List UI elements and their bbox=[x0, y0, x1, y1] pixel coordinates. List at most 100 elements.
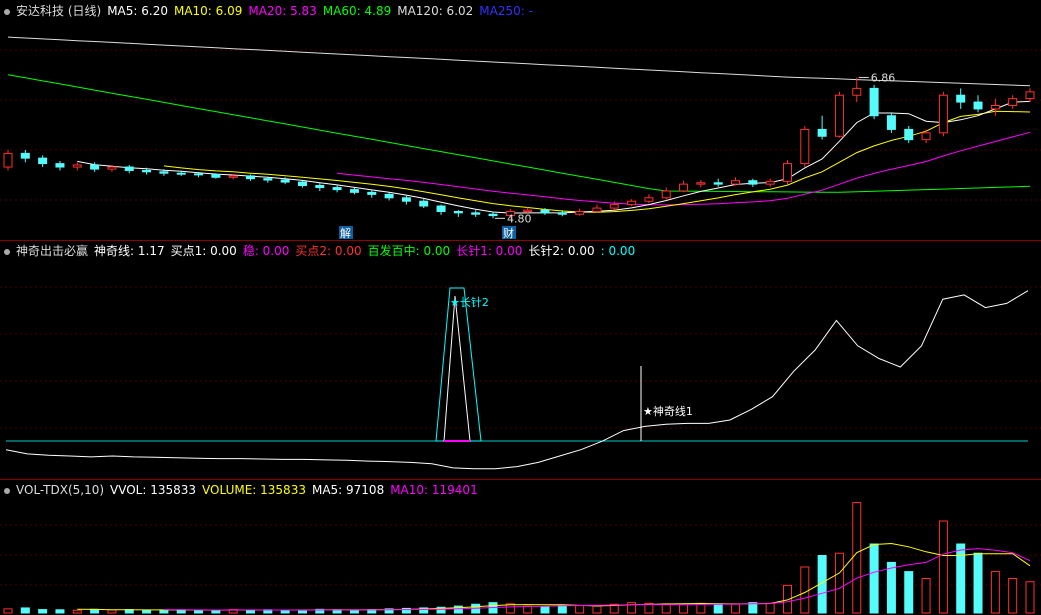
candle-body bbox=[55, 163, 65, 168]
volume-bar bbox=[679, 603, 689, 614]
volume-bar bbox=[297, 609, 307, 614]
volume-bar bbox=[349, 609, 359, 614]
candle-body bbox=[523, 209, 533, 212]
candle-body bbox=[575, 210, 585, 215]
volume-bar bbox=[713, 603, 723, 614]
candle-body bbox=[904, 128, 914, 141]
candle-body bbox=[696, 182, 706, 185]
volume-bar bbox=[956, 543, 966, 614]
signal-magic1: ★神奇线1 bbox=[643, 404, 693, 418]
candle-body bbox=[557, 212, 567, 215]
volume-bar bbox=[886, 561, 896, 614]
candle-body bbox=[834, 94, 844, 137]
candle-body bbox=[436, 205, 446, 212]
volume-chart[interactable] bbox=[0, 480, 1041, 615]
candle-body bbox=[869, 87, 879, 117]
candle-body bbox=[852, 87, 862, 96]
high-price-label: 6.86 bbox=[871, 71, 896, 84]
candle-body bbox=[176, 172, 186, 175]
candle-body bbox=[956, 94, 966, 103]
candle-body bbox=[142, 169, 152, 173]
volume-bar bbox=[990, 571, 1000, 614]
candle-body bbox=[540, 209, 550, 214]
candle-body bbox=[367, 191, 377, 195]
candle-body bbox=[159, 171, 169, 174]
candle-body bbox=[886, 115, 896, 130]
candle-body bbox=[765, 180, 775, 185]
volume-bar bbox=[765, 602, 775, 614]
volume-bar bbox=[904, 571, 914, 614]
ma10-line bbox=[163, 110, 1031, 213]
candle-body bbox=[90, 164, 100, 170]
candle-body bbox=[782, 163, 792, 182]
candle-body bbox=[280, 179, 290, 183]
volume-bar bbox=[938, 520, 948, 614]
candle-body bbox=[748, 180, 758, 185]
signal-needle2: ★长针2 bbox=[450, 295, 489, 309]
candle-body bbox=[644, 197, 654, 202]
candle-body bbox=[471, 212, 481, 215]
volume-bar bbox=[3, 608, 13, 614]
volume-bar bbox=[523, 605, 533, 614]
volume-bar bbox=[540, 606, 550, 614]
candle-body bbox=[297, 181, 307, 186]
volume-panel: VOL-TDX(5,10) VVOL: 135833 VOLUME: 135833 M… bbox=[0, 480, 1041, 615]
volume-bar bbox=[869, 543, 879, 614]
candle-body bbox=[124, 166, 134, 171]
volume-bar bbox=[921, 578, 931, 614]
candle-body bbox=[20, 152, 30, 159]
candle-body bbox=[211, 174, 221, 178]
candle-body bbox=[627, 200, 637, 206]
candle-body bbox=[419, 200, 429, 207]
volume-bar bbox=[731, 603, 741, 614]
volume-bar bbox=[246, 609, 256, 614]
candle-body bbox=[973, 101, 983, 110]
volume-bar bbox=[1008, 578, 1018, 614]
indicator-chart[interactable]: ★长针2 ★神奇线1 bbox=[0, 241, 1041, 479]
volume-bar bbox=[800, 566, 810, 614]
candle-body bbox=[315, 184, 325, 189]
candle-body bbox=[679, 183, 689, 192]
vol-ma10-line bbox=[163, 548, 1031, 611]
candle-body bbox=[246, 175, 256, 180]
candle-body bbox=[661, 190, 671, 199]
volume-bar bbox=[20, 607, 30, 614]
candle-body bbox=[1025, 91, 1035, 100]
volume-bar bbox=[1025, 581, 1035, 614]
ma20-line bbox=[337, 131, 1031, 206]
marker-cai: 财 bbox=[503, 226, 514, 240]
needle2-spike-inner bbox=[443, 295, 471, 442]
candle-body bbox=[453, 210, 463, 214]
volume-bar bbox=[592, 605, 602, 614]
volume-bar bbox=[852, 502, 862, 614]
volume-bar bbox=[834, 552, 844, 614]
candle-body bbox=[194, 173, 204, 176]
price-panel: 安达科技 (日线) MA5: 6.20 MA10: 6.09 MA20: 5.83 MA… bbox=[0, 0, 1041, 240]
candle-body bbox=[401, 197, 411, 202]
marker-jie: 解 bbox=[340, 226, 351, 240]
candle-body bbox=[263, 178, 273, 181]
low-price-label: 4.80 bbox=[507, 212, 532, 225]
volume-bar bbox=[72, 609, 82, 614]
volume-bar bbox=[159, 609, 169, 614]
volume-bar bbox=[142, 609, 152, 614]
candle-body bbox=[817, 128, 827, 137]
candle-body bbox=[38, 157, 48, 165]
candle-body bbox=[3, 152, 13, 168]
candle-body bbox=[800, 128, 810, 165]
candle-body bbox=[921, 132, 931, 141]
needle2-spike bbox=[435, 287, 482, 442]
candle-body bbox=[332, 187, 342, 191]
volume-bar bbox=[55, 609, 65, 614]
candle-body bbox=[384, 193, 394, 199]
volume-bar bbox=[107, 609, 117, 614]
volume-bar bbox=[211, 609, 221, 614]
price-chart[interactable]: 6.86 4.80 解 财 bbox=[0, 0, 1041, 240]
candle-body bbox=[938, 94, 948, 134]
candle-body bbox=[228, 175, 238, 178]
candle-body bbox=[107, 166, 117, 170]
candle-body bbox=[990, 104, 1000, 110]
candle-body bbox=[609, 204, 619, 209]
candle-body bbox=[72, 164, 82, 168]
indicator-panel: 神奇出击必赢 神奇线: 1.17 买点1: 0.00 稳: 0.00 买点2: 0.00… bbox=[0, 241, 1041, 479]
